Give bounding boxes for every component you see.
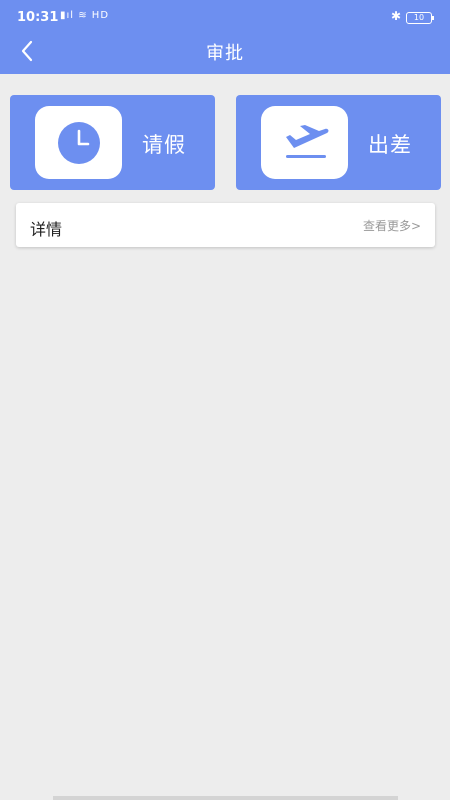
signal-icon: ▮ıl ≋ HD bbox=[60, 10, 110, 21]
status-bar: 10:31 ▮ıl ≋ HD ✱ 10 bbox=[0, 0, 450, 30]
page-title: 审批 bbox=[206, 43, 244, 64]
clock-icon bbox=[57, 121, 100, 164]
detail-title: 详情 bbox=[30, 220, 63, 239]
detail-card: 详情 查看更多> bbox=[16, 203, 435, 247]
leave-label: 请假 bbox=[142, 133, 186, 157]
business-trip-button[interactable]: 出差 bbox=[236, 95, 441, 190]
app-header: 10:31 ▮ıl ≋ HD ✱ 10 审批 bbox=[0, 0, 450, 74]
plane-departure-icon bbox=[285, 124, 328, 158]
leave-icon-tile bbox=[35, 106, 122, 179]
business-trip-label: 出差 bbox=[368, 133, 412, 157]
battery-icon: 10 bbox=[406, 12, 434, 24]
bluetooth-icon: ✱ bbox=[390, 9, 401, 23]
status-time: 10:31 bbox=[17, 10, 59, 25]
leave-request-button[interactable]: 请假 bbox=[10, 95, 215, 190]
trip-icon-tile bbox=[261, 106, 348, 179]
view-more-link[interactable]: 查看更多> bbox=[363, 217, 421, 234]
bottom-indicator bbox=[53, 796, 398, 800]
